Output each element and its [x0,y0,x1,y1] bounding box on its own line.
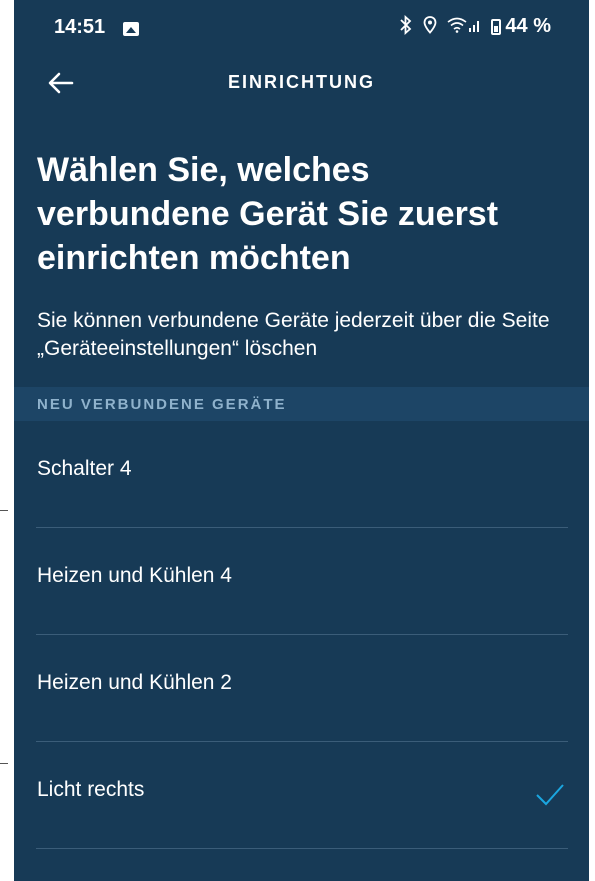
check-icon [536,784,564,806]
status-time: 14:51 [54,16,106,38]
wifi-icon [447,17,467,36]
edge-mark [0,510,8,511]
edge-mark [0,763,8,764]
status-icons: 44 % [399,14,551,38]
device-label: Schalter 4 [37,457,132,480]
device-list: Schalter 4 Heizen und Kühlen 4 Heizen un… [14,421,589,849]
device-label: Licht rechts [37,778,145,801]
device-item[interactable]: Schalter 4 [14,421,589,528]
signal-icon [469,17,481,36]
device-item[interactable]: Heizen und Kühlen 4 [14,528,589,635]
battery-icon [491,18,502,35]
device-item-selected[interactable]: Licht rechts [14,742,589,849]
bluetooth-icon [399,14,413,38]
section-header: NEU VERBUNDENE GERÄTE [14,387,589,421]
image-icon [123,22,139,36]
subtext: Sie können verbundene Geräte jederzeit ü… [37,309,550,360]
headline: Wählen Sie, welches verbundene Gerät Sie… [37,151,499,277]
location-icon [423,16,437,37]
status-bar: 14:51 44 % [14,0,589,58]
device-label: Heizen und Kühlen 4 [37,564,232,587]
section-title: NEU VERBUNDENE GERÄTE [37,396,287,413]
device-item[interactable]: Heizen und Kühlen 2 [14,635,589,742]
divider [36,848,568,849]
battery-percent: 44 % [505,15,551,37]
device-label: Heizen und Kühlen 2 [37,671,232,694]
phone-screen: 14:51 44 % EINRICHTUNG Wählen Sie, welch… [14,0,589,881]
app-bar: EINRICHTUNG [14,58,589,110]
page-title: EINRICHTUNG [228,72,375,92]
